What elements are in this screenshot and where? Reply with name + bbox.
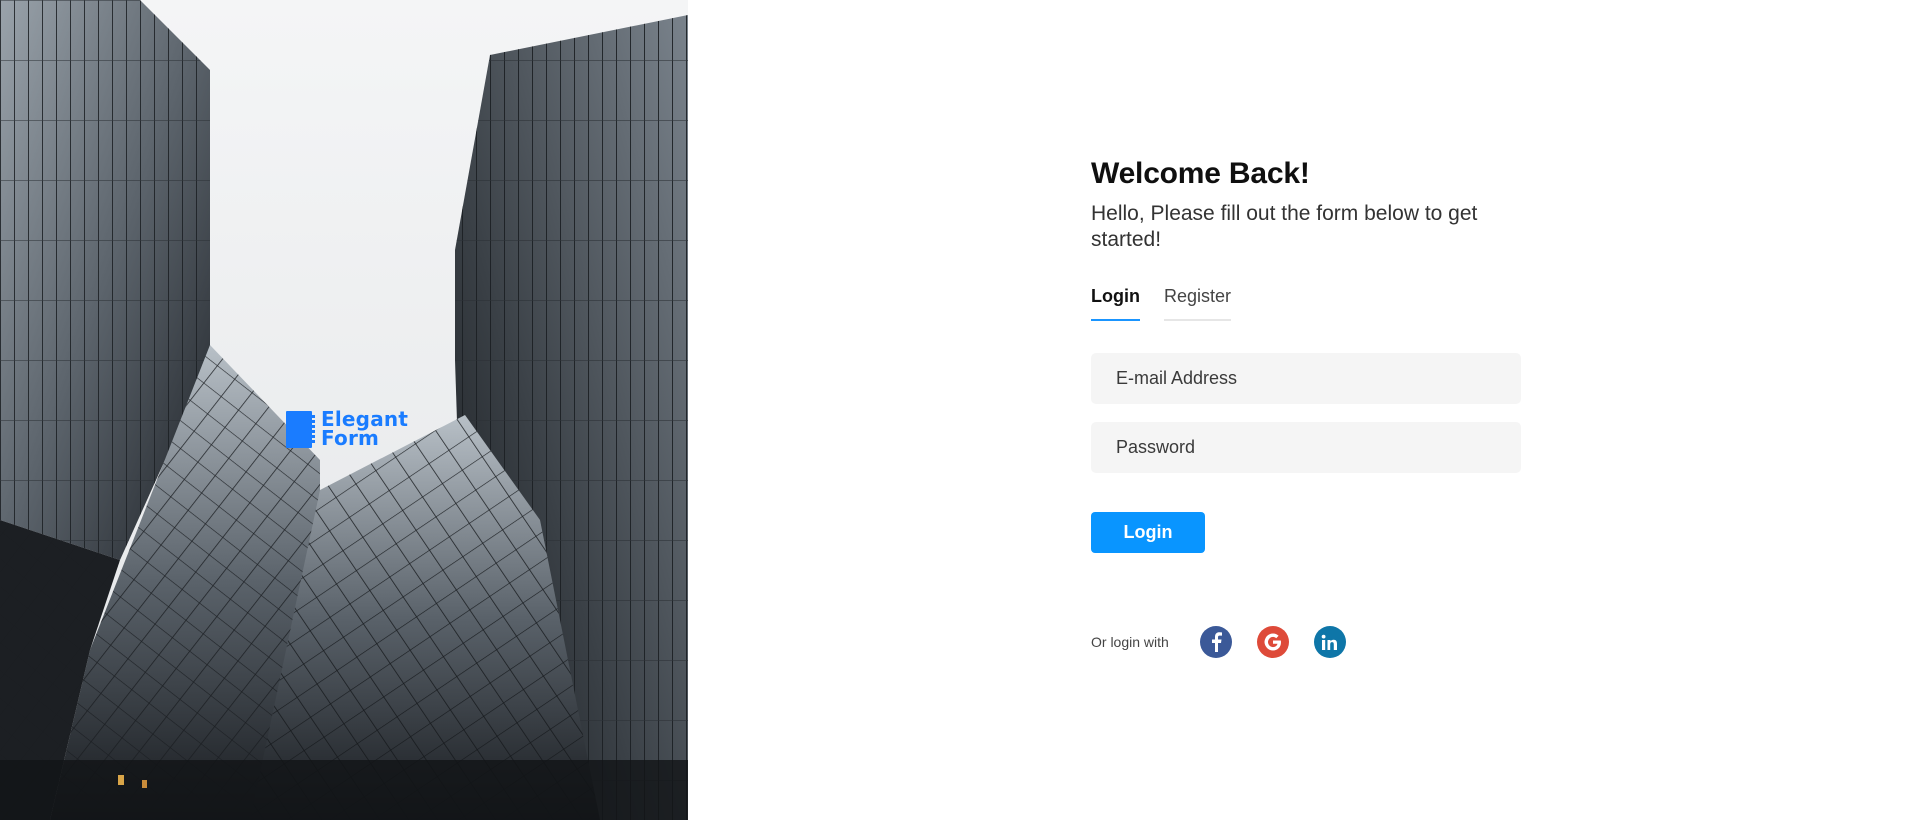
facebook-login-button[interactable] [1199,626,1232,658]
login-page: Elegant Form Welcome Back! Hello, Please… [0,0,1920,820]
tab-login[interactable]: Login [1091,286,1140,321]
page-title: Welcome Back! [1091,157,1310,190]
password-field[interactable] [1091,422,1521,473]
social-login-label: Or login with [1091,634,1169,650]
auth-tabs: Login Register [1091,286,1521,321]
hero-image-panel: Elegant Form [0,0,688,820]
brand-logo: Elegant Form [286,409,408,450]
brand-line-2: Form [321,426,380,450]
social-login: Or login with [1091,626,1521,658]
email-field[interactable] [1091,353,1521,404]
login-form: Welcome Back! Hello, Please fill out the… [1091,155,1521,658]
tab-register[interactable]: Register [1163,286,1232,321]
brand-mark-icon [286,410,315,448]
google-icon [1264,633,1281,651]
linkedin-icon [1322,634,1338,650]
page-subtitle: Hello, Please fill out the form below to… [1091,202,1478,251]
google-login-button[interactable] [1256,626,1289,658]
login-button[interactable]: Login [1091,512,1205,553]
linkedin-login-button[interactable] [1313,626,1346,658]
brand-name: Elegant Form [321,409,408,450]
facebook-icon [1211,632,1222,652]
